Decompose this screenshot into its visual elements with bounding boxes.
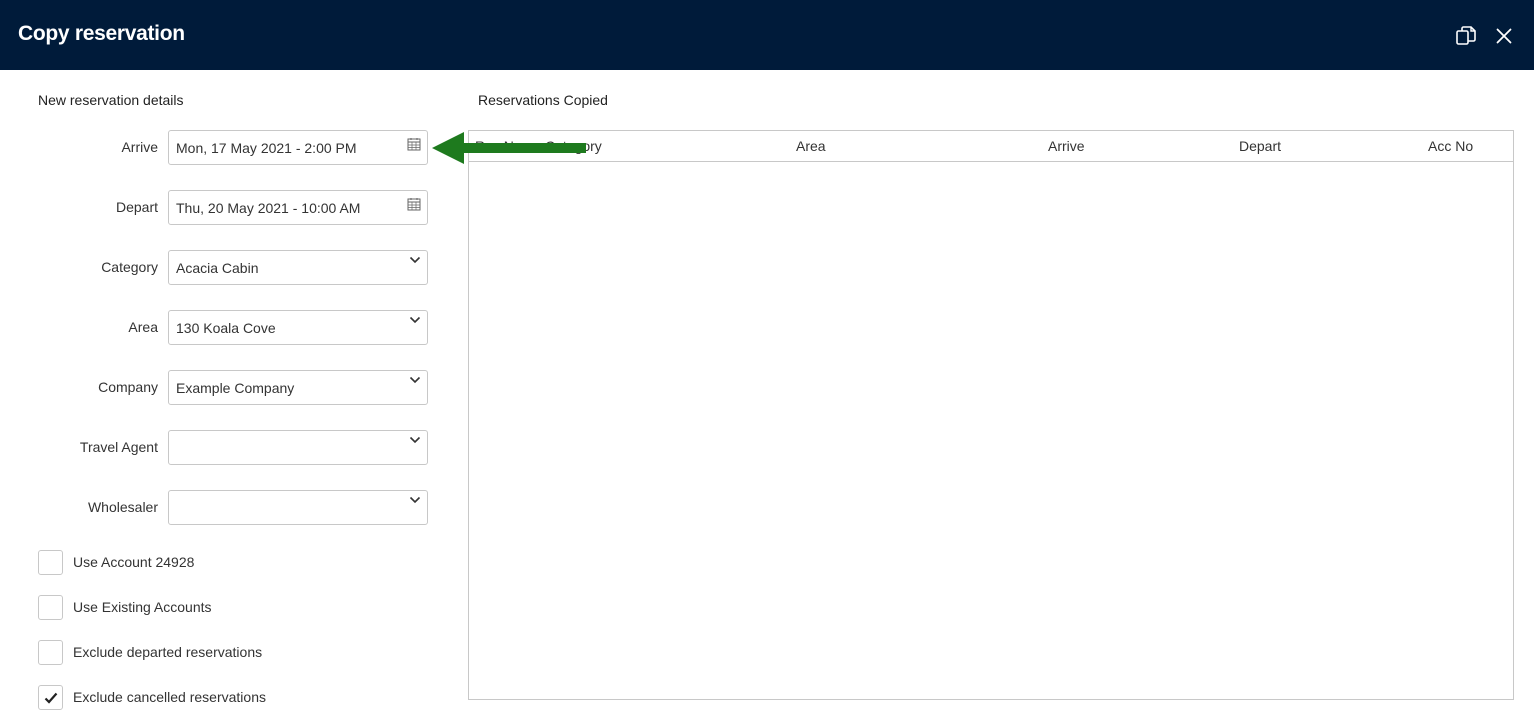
chevron-down-icon	[409, 376, 421, 384]
depart-label: Depart	[115, 199, 158, 215]
company-select[interactable]: Example Company	[168, 370, 428, 405]
col-category[interactable]: Category	[545, 138, 602, 154]
exclude-cancelled-label: Exclude cancelled reservations	[73, 689, 266, 705]
calendar-icon[interactable]	[407, 197, 421, 211]
use-existing-accounts-checkbox[interactable]	[38, 595, 63, 620]
category-label: Category	[101, 259, 158, 275]
close-button[interactable]	[1492, 24, 1516, 48]
company-label: Company	[98, 379, 158, 395]
calendar-icon[interactable]	[407, 137, 421, 151]
col-acc-no[interactable]: Acc No	[1428, 138, 1473, 154]
reservations-copied-table: Res No Category Area Arrive Depart Acc N…	[468, 130, 1514, 700]
col-res-no[interactable]: Res No	[475, 138, 522, 154]
wholesaler-select[interactable]	[168, 490, 428, 525]
category-select[interactable]: Acacia Cabin	[168, 250, 428, 285]
checkmark-icon	[44, 692, 58, 704]
depart-date-field[interactable]: Thu, 20 May 2021 - 10:00 AM	[168, 190, 428, 225]
travel-agent-select[interactable]	[168, 430, 428, 465]
chevron-down-icon	[409, 496, 421, 504]
table-header: Res No Category Area Arrive Depart Acc N…	[469, 131, 1513, 162]
col-depart[interactable]: Depart	[1239, 138, 1281, 154]
depart-value: Thu, 20 May 2021 - 10:00 AM	[176, 200, 361, 216]
popout-button[interactable]	[1454, 24, 1478, 48]
category-value: Acacia Cabin	[176, 260, 259, 276]
company-value: Example Company	[176, 380, 295, 396]
exclude-departed-label: Exclude departed reservations	[73, 644, 263, 660]
exclude-cancelled-checkbox[interactable]	[38, 685, 63, 710]
use-account-label: Use Account 24928	[73, 554, 195, 570]
arrive-date-field[interactable]: Mon, 17 May 2021 - 2:00 PM	[168, 130, 428, 165]
travel-agent-label: Travel Agent	[79, 439, 158, 455]
window-title: Copy reservation	[18, 22, 185, 45]
popout-icon	[1456, 26, 1476, 45]
reservations-copied-heading: Reservations Copied	[478, 92, 608, 108]
title-bar: Copy reservation	[0, 0, 1534, 70]
use-existing-accounts-label: Use Existing Accounts	[73, 599, 212, 615]
col-arrive[interactable]: Arrive	[1048, 138, 1085, 154]
arrive-value: Mon, 17 May 2021 - 2:00 PM	[176, 140, 357, 156]
close-icon	[1496, 28, 1512, 44]
col-area[interactable]: Area	[796, 138, 826, 154]
area-value: 130 Koala Cove	[176, 320, 276, 336]
new-reservation-heading: New reservation details	[38, 92, 184, 108]
area-select[interactable]: 130 Koala Cove	[168, 310, 428, 345]
arrive-label: Arrive	[121, 139, 158, 155]
chevron-down-icon	[409, 316, 421, 324]
use-account-checkbox[interactable]	[38, 550, 63, 575]
wholesaler-label: Wholesaler	[87, 499, 158, 515]
chevron-down-icon	[409, 256, 421, 264]
chevron-down-icon	[409, 436, 421, 444]
exclude-departed-checkbox[interactable]	[38, 640, 63, 665]
area-label: Area	[128, 319, 158, 335]
